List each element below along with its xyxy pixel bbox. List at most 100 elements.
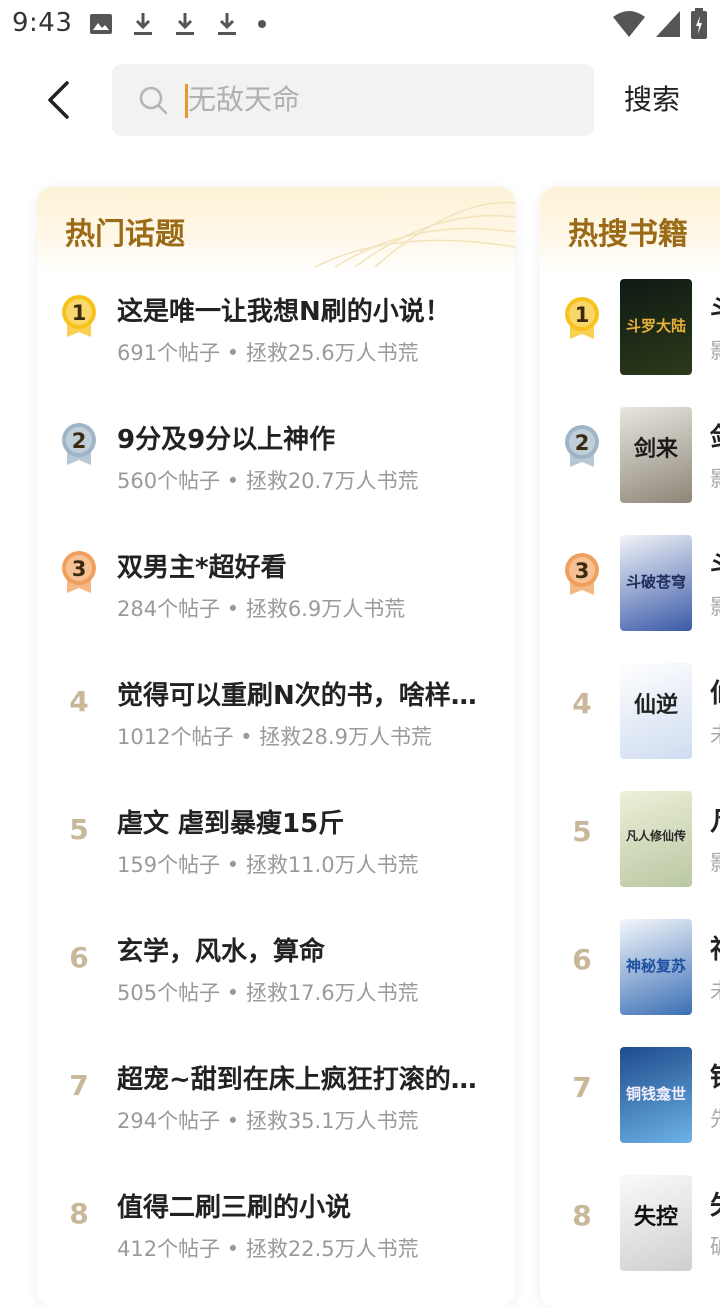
rank-medal: 1 [59,293,99,339]
topic-title: 虐文 虐到暴瘦15斤 [117,809,345,839]
book-row[interactable]: 2 剑来 剑影 [540,403,720,531]
rank-number: 7 [572,1071,592,1104]
book-title: 铜 [710,1057,720,1094]
book-meta: 影 [710,463,720,493]
download-icon [134,13,152,35]
rank-number: 4 [572,687,592,720]
book-title: 失 [710,1185,720,1222]
status-time: 9:43 [12,8,73,38]
topic-title: 9分及9分以上神作 [117,425,336,455]
book-row[interactable]: 4 仙逆 仙未 [540,659,720,787]
svg-text:2: 2 [72,429,87,453]
topic-title: 双男主*超好看 [117,553,287,583]
book-title: 斗 [710,289,720,326]
svg-text:3: 3 [575,559,590,583]
topic-title: 觉得可以重刷N次的书，啥样的都… [117,681,497,711]
topic-meta: 505个帖子 • 拯救17.6万人书荒 [117,981,419,1005]
book-cover: 斗罗大陆 [620,279,692,375]
bronze-medal-icon: 3 [62,551,96,593]
topic-title: 玄学，风水，算命 [117,937,326,967]
book-cover: 仙逆 [620,663,692,759]
rank-number: 5 [572,815,592,848]
download-icon [176,13,194,35]
topic-row[interactable]: 2 9分及9分以上神作 560个帖子 • 拯救20.7万人书荒 [37,403,515,531]
search-box[interactable] [112,64,594,136]
wave-decoration [314,201,515,268]
signal-icon [656,11,680,37]
svg-text:3: 3 [72,557,87,581]
battery-icon [691,8,707,39]
topic-row[interactable]: 7 超宠~甜到在床上疯狂打滚的… 294个帖子 • 拯救35.1万人书荒 [37,1043,515,1171]
book-cover-title: 凡人修仙传 [625,829,686,843]
dot-icon [258,20,266,28]
topic-meta: 560个帖子 • 拯救20.7万人书荒 [117,469,419,493]
book-row[interactable]: 6 神秘复苏 神未 [540,915,720,1043]
wifi-icon [613,11,645,37]
topic-row[interactable]: 5 虐文 虐到暴瘦15斤 159个帖子 • 拯救11.0万人书荒 [37,787,515,915]
topic-row[interactable]: 3 双男主*超好看 284个帖子 • 拯救6.9万人书荒 [37,531,515,659]
topic-row[interactable]: 1 这是唯一让我想N刷的小说！ 691个帖子 • 拯救25.6万人书荒 [37,275,515,403]
book-cover-title: 斗罗大陆 [625,317,686,335]
topic-meta: 294个帖子 • 拯救35.1万人书荒 [117,1109,419,1133]
topic-meta: 284个帖子 • 拯救6.9万人书荒 [117,597,406,621]
book-cover-title: 剑来 [633,436,678,462]
book-title: 仙 [710,673,720,710]
rank-number: 5 [69,813,89,846]
book-meta: 先 [710,1103,720,1133]
rank-number: 8 [69,1197,89,1230]
bronze-medal-icon: 3 [565,553,599,595]
rank-medal: 3 [562,551,602,597]
back-button[interactable] [38,78,78,122]
topic-meta: 691个帖子 • 拯救25.6万人书荒 [117,341,419,365]
topic-title: 这是唯一让我想N刷的小说！ [117,297,451,327]
book-title: 凡 [710,801,720,838]
book-title: 剑 [710,417,720,454]
book-meta: 影 [710,335,720,365]
image-icon [90,14,112,34]
book-cover-title: 铜钱龛世 [625,1085,686,1103]
topic-row[interactable]: 4 觉得可以重刷N次的书，啥样的都… 1012个帖子 • 拯救28.9万人书荒 [37,659,515,787]
book-cover-title: 仙逆 [633,692,678,718]
card-header: 热门话题 [37,187,515,273]
search-icon [139,86,168,115]
book-cover: 凡人修仙传 [620,791,692,887]
rank-medal: 2 [562,423,602,469]
rank-medal: 2 [59,421,99,467]
hot-topics-title: 热门话题 [65,217,185,252]
rank-number: 6 [572,943,592,976]
svg-text:2: 2 [575,431,590,455]
hot-books-title: 热搜书籍 [568,217,688,252]
book-cover-title: 失控 [633,1204,678,1230]
book-meta: 破 [710,1231,720,1261]
book-row[interactable]: 3 斗破苍穹 斗影 [540,531,720,659]
book-title: 斗 [710,545,720,582]
status-bar: 9:43 [0,0,720,50]
book-row[interactable]: 1 斗罗大陆 斗影 [540,275,720,403]
hot-books-card: 热搜书籍 1斗罗大陆斗影2剑来剑影3斗破苍穹斗影4仙逆仙未5凡人修仙传凡影6神秘… [540,187,720,1307]
rank-medal: 3 [59,549,99,595]
svg-text:1: 1 [575,303,590,327]
svg-text:1: 1 [72,301,87,325]
search-input[interactable] [188,64,568,136]
rank-number: 6 [69,941,89,974]
book-cover: 铜钱龛世 [620,1047,692,1143]
chevron-left-icon [48,81,69,119]
book-cover-title: 神秘复苏 [625,957,686,975]
topic-title: 超宠~甜到在床上疯狂打滚的… [117,1065,477,1095]
book-title: 神 [710,929,720,966]
topic-row[interactable]: 6 玄学，风水，算命 505个帖子 • 拯救17.6万人书荒 [37,915,515,1043]
book-meta: 影 [710,847,720,877]
book-cover: 神秘复苏 [620,919,692,1015]
book-meta: 未 [710,975,720,1005]
book-meta: 影 [710,591,720,621]
rank-number: 8 [572,1199,592,1232]
book-row[interactable]: 7 铜钱龛世 铜先 [540,1043,720,1171]
book-meta: 未 [710,719,720,749]
topic-meta: 412个帖子 • 拯救22.5万人书荒 [117,1237,419,1261]
silver-medal-icon: 2 [565,425,599,467]
search-button[interactable]: 搜索 [610,64,694,136]
topic-title: 值得二刷三刷的小说 [117,1193,352,1223]
topic-meta: 159个帖子 • 拯救11.0万人书荒 [117,853,419,877]
download-icon [218,13,236,35]
book-row[interactable]: 5 凡人修仙传 凡影 [540,787,720,915]
